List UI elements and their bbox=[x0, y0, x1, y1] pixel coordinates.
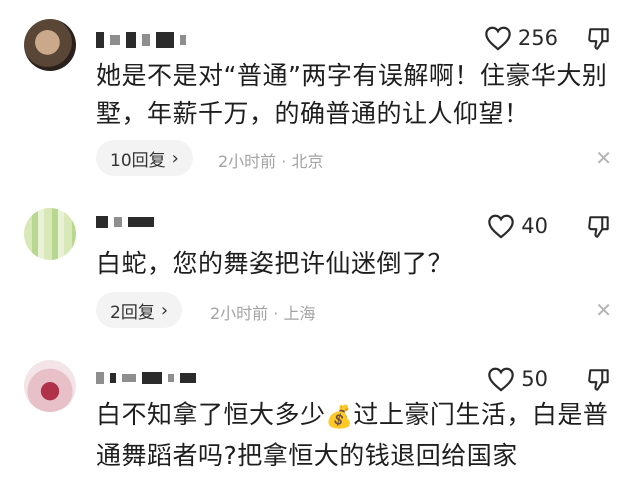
comment-meta: 2小时前 · 北京 bbox=[218, 152, 324, 171]
comment-2: 40 白蛇，您的舞姿把许仙迷倒了？ 2回复 › 2小时前 · 上海 ✕ bbox=[0, 190, 640, 350]
like-count: 256 bbox=[517, 26, 558, 50]
thumbs-down-outline-icon[interactable] bbox=[586, 367, 612, 393]
comment-1: 256 她是不是对“普通”两字有误解啊！住豪华大别墅，年薪千万，的确普通的让人仰… bbox=[0, 0, 640, 190]
chevron-right-icon: › bbox=[160, 299, 169, 321]
username-redacted[interactable] bbox=[96, 212, 154, 232]
heart-outline-icon bbox=[488, 367, 515, 392]
comment-meta: 2小时前 · 上海 bbox=[210, 304, 316, 323]
thumbs-down-outline-icon[interactable] bbox=[586, 214, 612, 240]
close-icon[interactable]: ✕ bbox=[595, 298, 612, 322]
avatar[interactable] bbox=[24, 360, 76, 412]
avatar[interactable] bbox=[24, 19, 76, 71]
replies-button[interactable]: 2回复 › bbox=[96, 292, 183, 328]
close-icon[interactable]: ✕ bbox=[595, 146, 612, 170]
like-button[interactable]: 40 bbox=[487, 211, 548, 241]
replies-label: 10回复 bbox=[110, 150, 166, 171]
like-count: 50 bbox=[521, 367, 548, 391]
replies-button[interactable]: 10回复 › bbox=[96, 140, 193, 176]
avatar[interactable] bbox=[24, 208, 76, 260]
like-button[interactable]: 256 bbox=[484, 23, 558, 53]
thumbs-down-outline-icon[interactable] bbox=[586, 26, 612, 52]
username-redacted[interactable] bbox=[96, 368, 196, 388]
comment-3: 50 白不知拿了恒大多少💰过上豪门生活，白是普通舞蹈者吗?把拿恒大的钱退回给国家 bbox=[0, 350, 640, 483]
money-bag-icon: 💰 bbox=[325, 405, 354, 430]
username-redacted[interactable] bbox=[96, 30, 186, 50]
comment-text: 她是不是对“普通”两字有误解啊！住豪华大别墅，年薪千万，的确普通的让人仰望！ bbox=[96, 61, 608, 128]
replies-label: 2回复 bbox=[110, 302, 155, 323]
like-button[interactable]: 50 bbox=[487, 364, 548, 394]
heart-outline-icon bbox=[488, 214, 515, 239]
like-count: 40 bbox=[521, 214, 548, 238]
comment-text: 白蛇，您的舞姿把许仙迷倒了？ bbox=[96, 249, 454, 278]
heart-outline-icon bbox=[485, 26, 511, 51]
comment-text: 白不知拿了恒大多少💰过上豪门生活，白是普通舞蹈者吗?把拿恒大的钱退回给国家 bbox=[96, 396, 610, 475]
chevron-right-icon: › bbox=[171, 147, 179, 169]
comment-text-part-1: 白不知拿了恒大多少 bbox=[96, 400, 326, 429]
